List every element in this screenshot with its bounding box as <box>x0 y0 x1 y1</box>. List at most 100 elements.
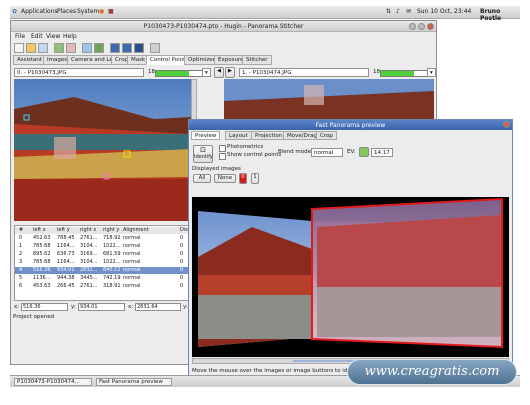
forward-arrow-icon[interactable]: ▶ <box>225 67 235 78</box>
table-row[interactable]: 1 785.68 1164... 3104... 1022... normal 0 <box>15 243 196 250</box>
open-icon[interactable] <box>26 43 36 53</box>
show-control-points-checkbox[interactable] <box>219 153 226 160</box>
show-none-button[interactable]: None <box>214 174 236 183</box>
table-cell: 636.73 <box>57 251 75 257</box>
table-row[interactable]: 6 453.63 266.45 2761... 318.91 normal 0 <box>15 283 196 290</box>
fast-preview-icon[interactable] <box>122 43 132 53</box>
mail-icon[interactable]: ✉ <box>406 8 411 15</box>
table-cell: 0 <box>180 283 184 289</box>
tab-crop-preview[interactable]: Crop <box>316 131 337 140</box>
table-cell: normal <box>123 235 141 241</box>
table-cell: 516.36 <box>33 267 51 273</box>
stitch-icon[interactable] <box>150 43 160 53</box>
identify-label: Identify <box>194 154 213 160</box>
close-button[interactable] <box>427 23 434 30</box>
right-dropdown-button[interactable]: ▾ <box>427 68 436 77</box>
table-row[interactable]: 0 452.63 788.45 2761... 718.92 normal 0 <box>15 235 196 242</box>
panorama-preview-canvas[interactable] <box>192 197 509 357</box>
image-1-toggle[interactable]: 1 <box>251 173 259 184</box>
menu-file[interactable]: File <box>15 33 25 40</box>
menu-help[interactable]: Help <box>63 33 77 40</box>
optimize-icon[interactable] <box>82 43 92 53</box>
user-name[interactable]: Bruno Postle <box>480 8 520 22</box>
table-cell: 6 <box>19 283 23 289</box>
minimize-button[interactable] <box>409 23 416 30</box>
menu-edit[interactable]: Edit <box>31 33 43 40</box>
col-right-y[interactable]: right y <box>103 227 119 233</box>
table-row[interactable]: 4 516.36 934.01 2831... 840.12 normal 0 <box>15 267 196 274</box>
point-edit-row: x: 516.36 y: 934.01 x: 2831.64 y: <box>14 303 198 312</box>
show-none-label: None <box>217 175 233 181</box>
left-image-combo[interactable]: 0. - P1030473.JPG <box>14 68 144 77</box>
blend-mode-select[interactable]: normal <box>311 148 343 157</box>
table-row[interactable]: 2 895.62 636.73 3169... 681.59 normal 0 <box>15 251 196 258</box>
tab-preview[interactable]: Preview <box>191 131 221 140</box>
edit-x2-field[interactable]: 2831.64 <box>135 303 181 311</box>
edit-x-field[interactable]: 516.36 <box>21 303 68 311</box>
panorama-icon[interactable] <box>110 43 120 53</box>
places-menu[interactable]: Places <box>57 8 76 15</box>
system-menu[interactable]: System <box>77 8 99 15</box>
ev-reset-icon[interactable] <box>359 147 369 157</box>
fast-preview-titlebar[interactable]: Fast Panorama preview <box>189 120 512 130</box>
task-hugin[interactable]: P1030473-P1030474... <box>14 378 92 386</box>
photometrics-label: Photometrics <box>227 144 264 150</box>
table-cell: 1022... <box>103 243 121 249</box>
back-arrow-icon[interactable]: ◀ <box>214 67 224 78</box>
remove-image-icon[interactable] <box>66 43 76 53</box>
save-icon[interactable] <box>38 43 48 53</box>
table-cell: 934.01 <box>57 267 75 273</box>
fast-preview-close-button[interactable] <box>503 121 510 128</box>
applications-menu[interactable]: Applications <box>21 8 58 15</box>
table-row[interactable]: 3 785.68 1164... 3104... 1022... normal 0 <box>15 259 196 266</box>
show-all-button[interactable]: All <box>193 174 211 183</box>
table-cell: normal <box>123 243 141 249</box>
identify-button[interactable]: ⊡ Identify <box>193 145 213 163</box>
table-cell: 788.45 <box>57 235 75 241</box>
table-cell: 318.91 <box>103 283 121 289</box>
add-image-icon[interactable] <box>54 43 64 53</box>
left-dropdown-button[interactable]: ▾ <box>202 68 211 77</box>
table-cell: 266.45 <box>57 283 75 289</box>
tab-projection[interactable]: Projection <box>251 131 287 140</box>
table-cell: 718.92 <box>103 235 121 241</box>
photometrics-checkbox[interactable] <box>219 145 226 152</box>
table-row[interactable]: 5 1136... 944.38 3445... 742.19 normal 0 <box>15 275 196 282</box>
task-fast-preview[interactable]: Fast Panorama preview <box>96 378 172 386</box>
maximize-button[interactable] <box>418 23 425 30</box>
edit-y-field[interactable]: 934.01 <box>78 303 125 311</box>
menu-view[interactable]: View <box>46 33 60 40</box>
table-cell: normal <box>123 259 141 265</box>
col-left-x[interactable]: left x <box>33 227 46 233</box>
col-alignment[interactable]: Alignment <box>123 227 149 233</box>
table-cell: 1164... <box>57 259 75 265</box>
preview-icon[interactable] <box>94 43 104 53</box>
ev-field[interactable]: 14.17 <box>371 148 393 157</box>
table-cell: 3104... <box>80 243 98 249</box>
col-index[interactable]: # <box>19 227 23 233</box>
table-cell: 3445... <box>80 275 98 281</box>
tab-layout[interactable]: Layout <box>225 131 252 140</box>
col-right-x[interactable]: right x <box>80 227 96 233</box>
editor-icon[interactable]: ■ <box>108 8 114 15</box>
foot-icon[interactable]: ✿ <box>12 8 17 15</box>
right-image-combo[interactable]: 1. - P1030474.JPG <box>239 68 369 77</box>
table-cell: 2761... <box>80 283 98 289</box>
tab-stitcher[interactable]: Stitcher <box>242 55 272 65</box>
left-image-view[interactable] <box>14 79 191 221</box>
layout-icon[interactable] <box>134 43 144 53</box>
tab-assistant[interactable]: Assistant <box>13 55 47 65</box>
new-icon[interactable] <box>14 43 24 53</box>
blend-mode-label: Blend mode: <box>278 149 313 155</box>
col-left-y[interactable]: left y <box>57 227 70 233</box>
clock[interactable]: Sun 10 Oct, 23:44 <box>417 8 471 15</box>
top-panel: ✿ Applications Places System ● ■ ⇅ ♪ ✉ S… <box>10 6 520 22</box>
image-0-toggle[interactable]: 0 <box>239 173 247 184</box>
identify-icon: ⊡ <box>200 146 206 154</box>
volume-icon[interactable]: ♪ <box>396 8 400 15</box>
main-tabs: Assistant Images Camera and Lens Crop Ma… <box>11 55 436 66</box>
right-image-view[interactable] <box>224 79 434 121</box>
firefox-icon[interactable]: ● <box>99 8 104 15</box>
title-bar[interactable]: P1030473-P1030474.pto - Hugin - Panorama… <box>11 21 436 32</box>
network-icon[interactable]: ⇅ <box>386 8 391 15</box>
